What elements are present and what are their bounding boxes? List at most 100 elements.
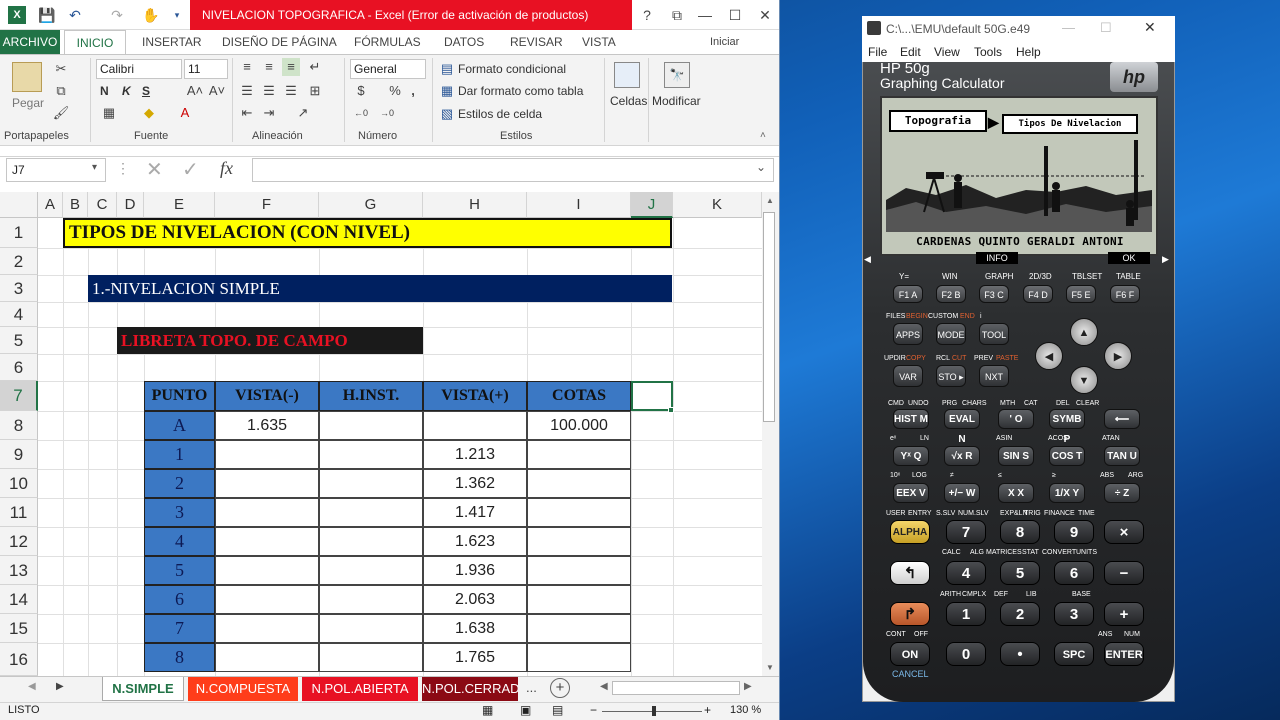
column-header[interactable]: B	[63, 192, 88, 218]
column-header[interactable]: F	[215, 192, 319, 218]
column-header[interactable]: E	[144, 192, 215, 218]
table-cell[interactable]	[527, 614, 631, 643]
paste-icon[interactable]	[12, 62, 42, 92]
tab-datos[interactable]: DATOS	[436, 30, 492, 54]
modify-button[interactable]: Modificar	[652, 92, 701, 110]
close-button[interactable]: ✕	[750, 0, 779, 30]
calc-key[interactable]: SIN S	[998, 446, 1034, 466]
calc-key[interactable]: EEX V	[893, 483, 929, 503]
column-header[interactable]: G	[319, 192, 423, 218]
page-break-icon[interactable]: ▤	[552, 703, 563, 717]
scroll-down-icon[interactable]: ▼	[766, 663, 774, 672]
tab-vista[interactable]: VISTA	[574, 30, 624, 54]
calc-key[interactable]: ' O	[998, 409, 1034, 429]
column-header[interactable]: C	[88, 192, 117, 218]
calc-key-2[interactable]: 5	[1000, 561, 1040, 585]
table-cell[interactable]: 1.635	[215, 411, 319, 440]
table-cell[interactable]	[527, 498, 631, 527]
sheet-tab-n-compuesta[interactable]: N.COMPUESTA	[188, 677, 298, 701]
calc-key[interactable]: Yˣ Q	[893, 446, 929, 466]
table-cell[interactable]: 1.765	[423, 643, 527, 672]
decrease-font-icon[interactable]: A˅	[208, 82, 226, 100]
emu-close-button[interactable]: ✕	[1144, 19, 1156, 36]
column-header[interactable]: A	[38, 192, 63, 218]
table-cell[interactable]	[319, 411, 423, 440]
align-top-icon[interactable]: ≡	[238, 58, 256, 76]
font-name-select[interactable]: Calibri	[96, 59, 182, 79]
calc-key-3[interactable]: 9	[1054, 520, 1094, 544]
calc-key-1[interactable]: 4	[946, 561, 986, 585]
key-var[interactable]: VAR	[893, 365, 923, 387]
punto-cell[interactable]: 3	[144, 498, 215, 527]
key-apps[interactable]: APPS	[893, 323, 923, 345]
up-arrow-icon[interactable]: ▲	[1070, 318, 1098, 346]
right-arrow-icon[interactable]: ▶	[1104, 342, 1132, 370]
font-color-icon[interactable]: A	[176, 104, 194, 122]
section-cell[interactable]: 1.-NIVELACION SIMPLE	[88, 275, 672, 302]
currency-icon[interactable]: $	[352, 82, 370, 100]
table-cell[interactable]: 1.362	[423, 469, 527, 498]
column-header[interactable]: D	[117, 192, 144, 218]
title-cell[interactable]: TIPOS DE NIVELACION (CON NIVEL)	[63, 218, 672, 248]
table-cell[interactable]	[215, 556, 319, 585]
calc-key-2[interactable]: 8	[1000, 520, 1040, 544]
align-left-icon[interactable]: ☰	[238, 82, 256, 100]
row-header[interactable]: 9	[0, 440, 38, 469]
row-header[interactable]: 7	[0, 381, 38, 411]
calc-key[interactable]: HIST M	[893, 409, 929, 429]
table-cell[interactable]: 2.063	[423, 585, 527, 614]
name-box-dropdown-icon[interactable]: ▾	[92, 162, 97, 173]
orientation-icon[interactable]: ↗	[294, 104, 312, 122]
menu-edit[interactable]: Edit	[900, 42, 921, 62]
row-header[interactable]: 3	[0, 275, 38, 302]
next-sheet-icon[interactable]: ▶	[56, 681, 64, 692]
table-cell[interactable]	[319, 498, 423, 527]
sign-in-link[interactable]: Iniciar sesión	[702, 30, 779, 72]
f2-key[interactable]: F2 B	[936, 285, 966, 303]
table-cell[interactable]	[527, 527, 631, 556]
scroll-up-icon[interactable]: ▲	[766, 196, 774, 205]
help-icon[interactable]: ?	[632, 0, 662, 30]
zoom-level[interactable]: 130 %	[730, 704, 761, 716]
table-cell[interactable]	[319, 469, 423, 498]
horizontal-scrollbar[interactable]	[612, 681, 740, 695]
zoom-in-icon[interactable]: +	[704, 703, 711, 717]
left-arrow-icon[interactable]: ◀	[1035, 342, 1063, 370]
table-cell[interactable]	[215, 469, 319, 498]
column-header[interactable]: H	[423, 192, 527, 218]
column-header[interactable]: K	[673, 192, 762, 218]
calc-key-4[interactable]: −	[1104, 561, 1144, 585]
row-header[interactable]: 8	[0, 411, 38, 440]
menu-help[interactable]: Help	[1016, 42, 1041, 62]
row-header[interactable]: 11	[0, 498, 38, 527]
key-nxt[interactable]: NXT	[979, 365, 1009, 387]
normal-view-icon[interactable]: ▦	[482, 703, 493, 717]
align-right-icon[interactable]: ☰	[282, 82, 300, 100]
table-cell[interactable]	[215, 643, 319, 672]
row-header[interactable]: 10	[0, 469, 38, 498]
name-box[interactable]: J7	[6, 158, 106, 182]
format-painter-icon[interactable]: 🖌	[52, 104, 70, 122]
tab-insertar[interactable]: INSERTAR	[134, 30, 210, 54]
fill-handle[interactable]	[668, 407, 674, 413]
punto-cell[interactable]: 1	[144, 440, 215, 469]
decrease-indent-icon[interactable]: ⇤	[238, 104, 256, 122]
tab-formulas[interactable]: FÓRMULAS	[346, 30, 429, 54]
punto-cell[interactable]: 5	[144, 556, 215, 585]
calc-key[interactable]: +/− W	[944, 483, 980, 503]
row-header[interactable]: 15	[0, 614, 38, 643]
table-cell[interactable]	[215, 585, 319, 614]
calc-key-0[interactable]: ↰	[890, 561, 930, 585]
align-bottom-icon[interactable]: ≡	[282, 58, 300, 76]
ribbon-options-icon[interactable]: ⧉	[662, 0, 692, 30]
active-cell[interactable]	[631, 381, 673, 411]
calc-key-0[interactable]: ALPHA	[890, 520, 930, 544]
f5-key[interactable]: F5 E	[1066, 285, 1096, 303]
formula-input[interactable]	[252, 158, 774, 182]
calc-key-4[interactable]: ENTER	[1104, 642, 1144, 666]
cancel-formula-icon[interactable]: ✕	[146, 157, 163, 182]
tab-inicio[interactable]: INICIO	[64, 30, 126, 54]
collapse-ribbon-icon[interactable]: ˄	[760, 130, 766, 141]
row-header[interactable]: 1	[0, 218, 38, 248]
table-header-cell[interactable]: VISTA(-)	[215, 381, 319, 411]
